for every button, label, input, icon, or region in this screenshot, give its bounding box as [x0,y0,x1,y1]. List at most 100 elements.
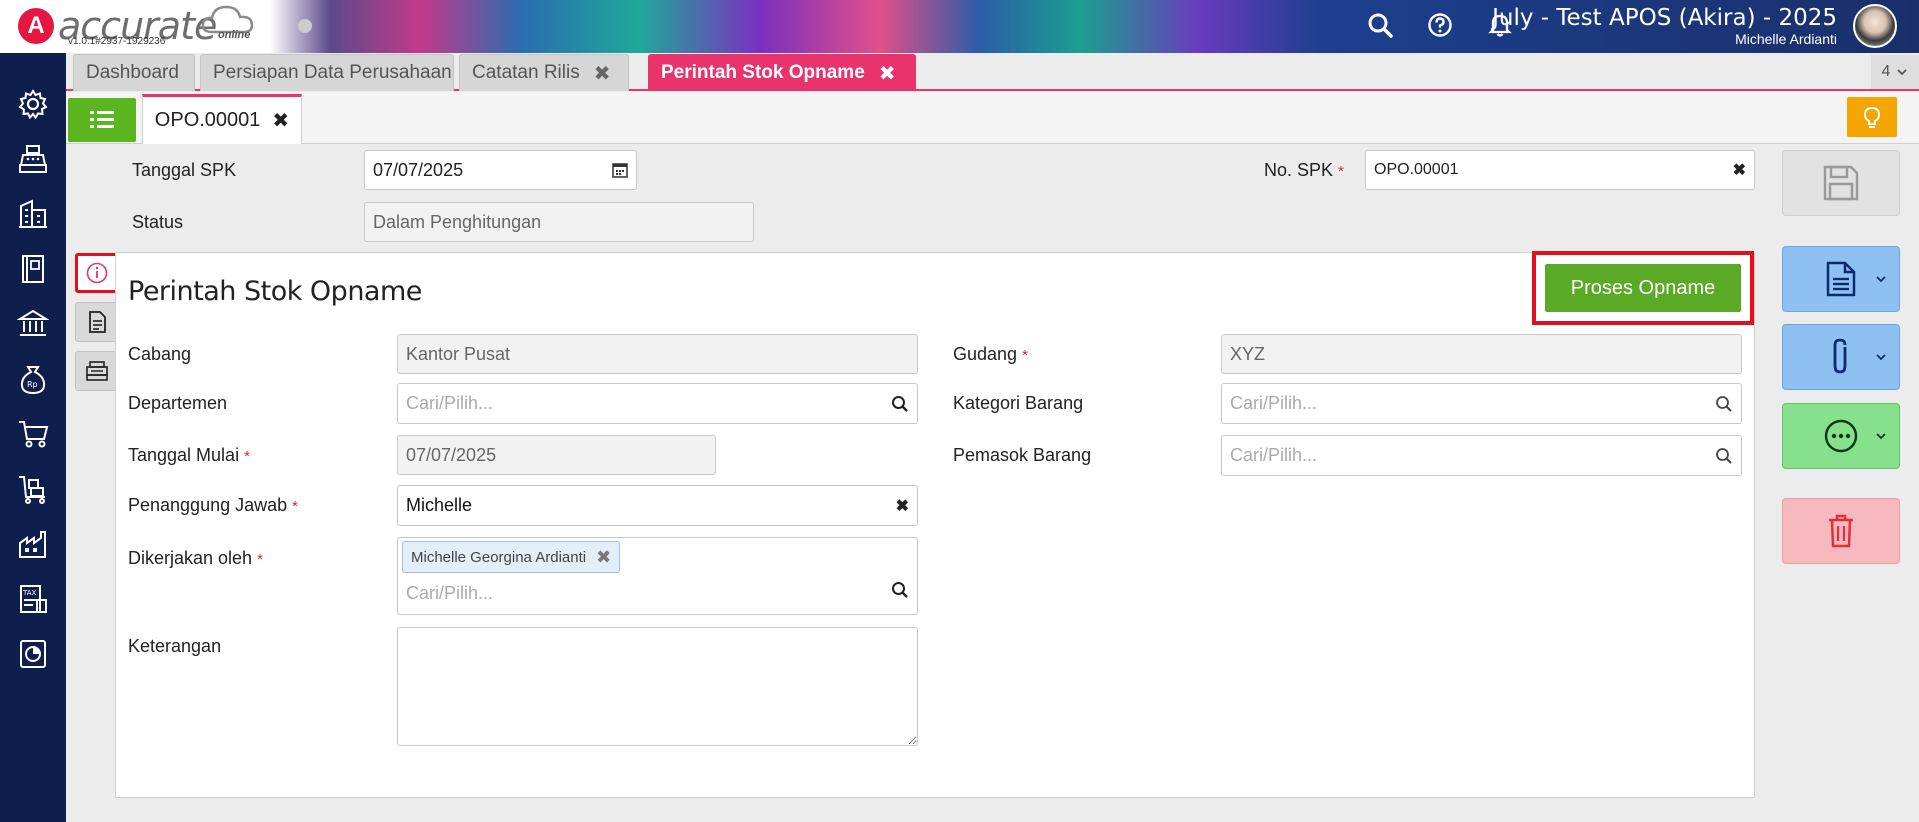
pemasok-placeholder: Cari/Pilih... [1230,445,1318,465]
search-icon[interactable] [1366,11,1394,39]
close-icon[interactable]: ✖ [594,61,611,86]
required-mark: * [1022,347,1028,364]
lightbulb-icon [1863,106,1881,128]
calendar-icon[interactable] [612,162,628,178]
tab-catatan-rilis[interactable]: Catatan Rilis ✖ [459,54,629,91]
save-button[interactable] [1782,150,1900,216]
tanggal-spk-field[interactable]: 07/07/2025 [364,150,637,190]
bank-icon[interactable] [16,307,50,341]
factory-icon[interactable] [16,527,50,561]
more-actions-button[interactable] [1782,403,1900,469]
tab-count-label: 4 [1881,63,1891,80]
chip-label: Michelle Georgina Ardianti [411,548,587,566]
attachment-button[interactable] [1782,324,1900,390]
tab-dashboard[interactable]: Dashboard [73,54,195,91]
cart-icon[interactable] [16,417,50,451]
doc-tab-opo[interactable]: OPO.00001 ✖ [142,94,302,144]
document-tab-bar: OPO.00001 ✖ [66,92,1919,144]
chevron-down-icon [1897,69,1908,76]
tab-overflow-dropdown[interactable]: 4 [1871,55,1919,89]
tab-document[interactable] [75,302,119,342]
document-icon [89,311,106,333]
tanggal-mulai-label-text: Tanggal Mulai [128,445,240,465]
penanggung-jawab-value: Michelle [406,495,473,515]
no-spk-label: No. SPK * [1264,160,1344,181]
doc-tab-label: OPO.00001 [154,109,261,131]
pemasok-barang-label: Pemasok Barang [953,445,1092,465]
company-name[interactable]: July - Test APOS (Akira) - 2025 [1492,5,1837,31]
svg-text:Rp: Rp [27,380,38,389]
tab-label: Catatan Rilis [472,62,580,83]
keterangan-textarea[interactable] [397,627,918,746]
gear-icon[interactable] [16,87,50,121]
tab-label: Persiapan Data Perusahaan [213,62,452,83]
tab-persiapan-data[interactable]: Persiapan Data Perusahaan [200,54,454,91]
help-icon[interactable] [1426,11,1454,39]
penanggung-jawab-field[interactable]: Michelle ✖ [397,485,918,526]
printer-stack-icon [86,361,108,381]
page-title: Perintah Stok Opname [128,276,422,307]
search-icon[interactable] [891,581,909,604]
no-spk-value: OPO.00001 [1374,161,1459,178]
paperclip-icon [1833,338,1847,374]
logo-mark: A [18,8,54,44]
required-mark: * [257,551,263,568]
money-bag-icon[interactable]: Rp [16,362,50,396]
tab-history[interactable] [75,351,119,391]
close-icon[interactable]: ✖ [879,61,896,86]
kategori-placeholder: Cari/Pilih... [1230,393,1318,413]
required-mark: * [292,498,298,515]
clear-icon[interactable]: ✖ [1733,160,1746,180]
tanggal-spk-value: 07/07/2025 [373,159,464,180]
proses-highlight: Proses Opname [1532,251,1754,325]
top-header: A accurate online v1.0.1#2937-1929236 Ju… [0,0,1919,53]
status-label: Status [132,212,184,232]
tab-bar: Dashboard Persiapan Data Perusahaan Cata… [66,53,1919,91]
chevron-down-icon [1876,354,1886,361]
status-field: Dalam Penghitungan [364,202,754,242]
no-spk-field[interactable]: OPO.00001 ✖ [1365,150,1755,190]
avatar[interactable] [1853,4,1897,48]
building-icon[interactable] [16,197,50,231]
user-name[interactable]: Michelle Ardianti [1735,31,1837,47]
list-view-button[interactable] [68,98,136,142]
search-icon[interactable] [1715,395,1733,413]
chip-remove-icon[interactable]: ✖ [596,547,611,568]
tab-info[interactable] [75,253,119,293]
tips-button[interactable] [1847,97,1897,137]
no-spk-label-text: No. SPK [1264,160,1334,180]
tab-label: Perintah Stok Opname [661,62,865,83]
tab-perintah-stok-opname[interactable]: Perintah Stok Opname ✖ [648,54,916,91]
pemasok-barang-field[interactable]: Cari/Pilih... [1221,435,1742,476]
gudang-value: XYZ [1230,343,1266,364]
gudang-label: Gudang * [953,344,1028,365]
trash-icon [1829,514,1853,548]
ledger-icon[interactable] [16,252,50,286]
tanggal-spk-label: Tanggal SPK [132,160,237,180]
cabang-label: Cabang [128,344,192,364]
search-icon[interactable] [1715,447,1733,465]
report-icon[interactable] [16,637,50,671]
tanggal-mulai-value: 07/07/2025 [406,444,497,465]
tanggal-mulai-field: 07/07/2025 [397,435,716,475]
status-dot [298,19,312,33]
delete-button[interactable] [1782,498,1900,564]
departemen-placeholder: Cari/Pilih... [406,393,494,413]
version-text: v1.0.1#2937-1929236 [68,36,166,47]
close-icon[interactable]: ✖ [272,108,289,133]
inventory-icon[interactable] [16,472,50,506]
penanggung-jawab-label: Penanggung Jawab * [128,495,298,516]
clear-icon[interactable]: ✖ [896,496,909,516]
departemen-label: Departemen [128,393,228,413]
search-icon[interactable] [891,395,909,413]
departemen-field[interactable]: Cari/Pilih... [397,383,918,424]
cash-register-icon[interactable] [16,142,50,176]
kategori-barang-field[interactable]: Cari/Pilih... [1221,383,1742,424]
tax-icon[interactable]: TAX [16,582,50,616]
print-button[interactable] [1782,246,1900,312]
proses-opname-button[interactable]: Proses Opname [1545,264,1741,312]
tab-label: Dashboard [86,62,179,83]
info-icon [86,262,108,284]
logo-sub: online [218,29,251,41]
tanggal-mulai-label: Tanggal Mulai * [128,445,250,466]
